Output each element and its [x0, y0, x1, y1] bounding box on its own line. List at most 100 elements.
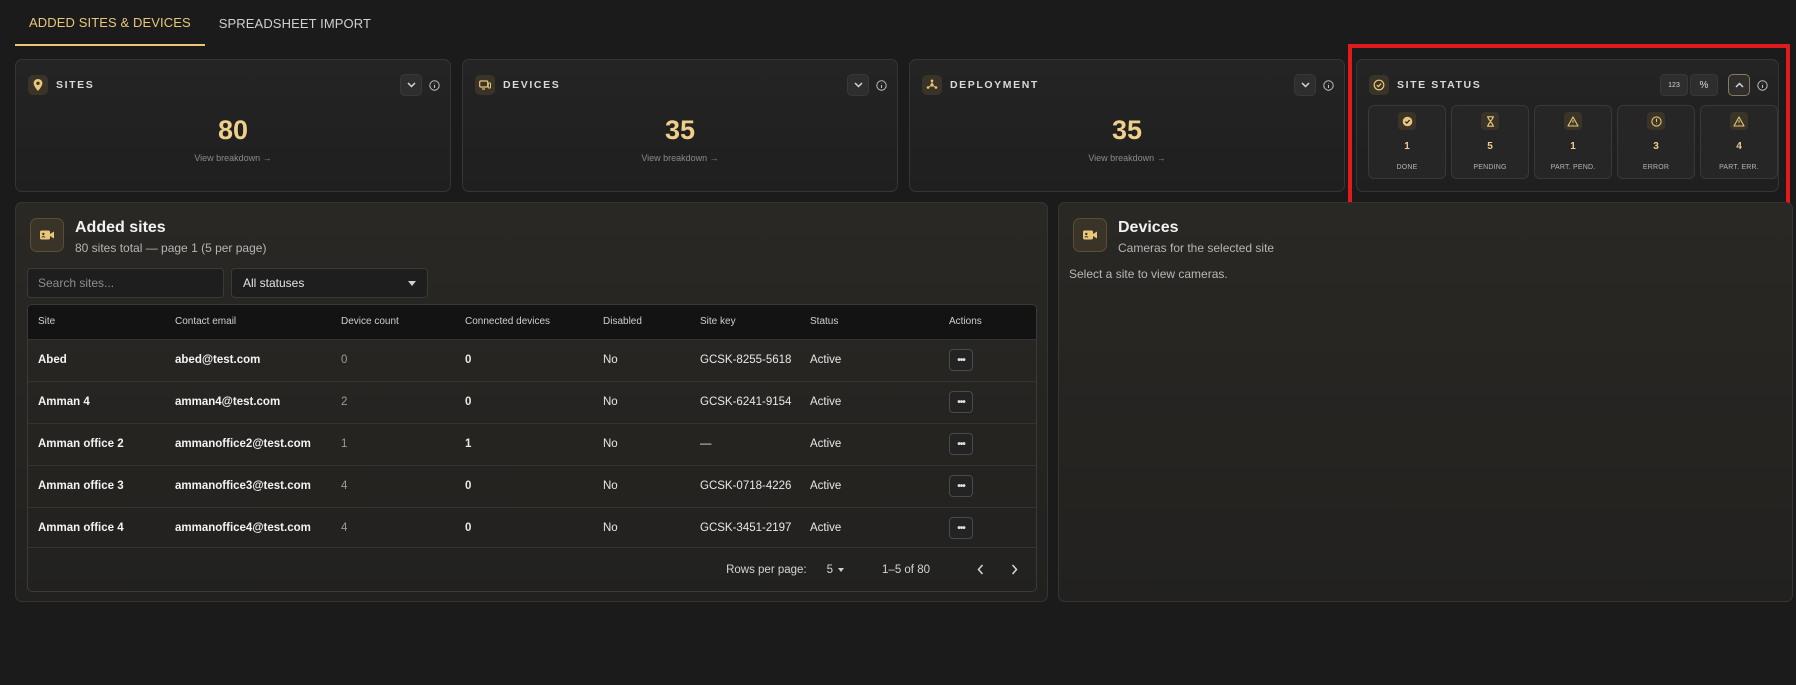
cell-email: amman4@test.com — [175, 396, 281, 408]
percent-mode-button[interactable]: % — [1690, 74, 1718, 96]
cell-actions: ••• — [939, 339, 1036, 381]
cell-connected: 0 — [465, 354, 472, 366]
status-label: PENDING — [1473, 164, 1507, 171]
status-count: 1 — [1404, 141, 1410, 152]
deployment-card: DEPLOYMENT 35 View breakdown → — [909, 59, 1345, 192]
deployment-icon — [922, 75, 942, 95]
column-header-device-count[interactable]: Device count — [331, 305, 455, 339]
status-filter-select[interactable]: All statuses — [231, 268, 428, 298]
table-row[interactable]: Amman office 2 ammanoffice2@test.com 1 1… — [28, 423, 1036, 465]
tab-spreadsheet-import[interactable]: SPREADSHEET IMPORT — [205, 0, 385, 46]
cell-disabled: No — [603, 354, 618, 366]
cell-connected: 1 — [465, 438, 472, 450]
deployment-expand-button[interactable] — [1294, 74, 1316, 96]
status-count: 4 — [1736, 141, 1742, 152]
caret-down-icon — [408, 280, 416, 286]
table-row[interactable]: Abed abed@test.com 0 0 No GCSK-8255-5618… — [28, 339, 1036, 381]
sites-view-breakdown-link[interactable]: View breakdown → — [16, 153, 450, 163]
status-tile-error[interactable]: 3 ERROR — [1617, 105, 1695, 179]
cell-disabled: No — [603, 522, 618, 535]
devices-empty-state: Select a site to view cameras. — [1069, 267, 1228, 281]
devices-expand-button[interactable] — [847, 74, 869, 96]
cell-email: abed@test.com — [175, 354, 261, 366]
row-actions-button[interactable]: ••• — [949, 349, 973, 371]
cell-site-key: GCSK-6241-9154 — [700, 396, 792, 408]
column-header-connected-devices[interactable]: Connected devices — [455, 305, 593, 339]
caret-down-icon — [838, 567, 845, 572]
pagination-range: 1–5 of 80 — [882, 563, 930, 576]
cell-device-count: 0 — [341, 354, 348, 366]
more-icon: ••• — [957, 354, 965, 366]
info-icon[interactable] — [1756, 79, 1768, 91]
sites-expand-button[interactable] — [400, 74, 422, 96]
info-icon[interactable] — [875, 79, 887, 91]
map-pin-icon — [28, 75, 48, 95]
deployment-view-breakdown-link[interactable]: View breakdown → — [910, 153, 1344, 163]
deployment-count-value: 35 — [1111, 115, 1143, 145]
cell-actions: ••• — [939, 381, 1036, 423]
status-tile-pending[interactable]: 5 PENDING — [1451, 105, 1529, 179]
cell-site: Amman office 3 — [38, 480, 124, 492]
more-icon: ••• — [957, 396, 965, 408]
column-header-contact-email[interactable]: Contact email — [165, 305, 331, 339]
tab-added-sites-devices[interactable]: ADDED SITES & DEVICES — [15, 0, 205, 46]
table-row[interactable]: Amman 4 amman4@test.com 2 0 No GCSK-6241… — [28, 381, 1036, 423]
status-label: DONE — [1396, 164, 1418, 171]
status-count: 3 — [1653, 141, 1659, 152]
count-mode-button[interactable]: 123 — [1660, 74, 1688, 96]
devices-panel-subtitle: Cameras for the selected site — [1118, 241, 1275, 255]
cell-device-count: 2 — [341, 396, 348, 408]
chevron-up-icon — [1734, 82, 1744, 88]
status-label: PART. PEND. — [1550, 164, 1596, 171]
table-row[interactable]: Amman office 3 ammanoffice3@test.com 4 0… — [28, 465, 1036, 507]
column-header-site-key[interactable]: Site key — [690, 305, 800, 339]
added-sites-title: Added sites — [75, 219, 166, 236]
cell-site-key: GCSK-0718-4226 — [700, 480, 792, 492]
cell-site: Amman 4 — [38, 396, 90, 408]
more-icon: ••• — [957, 522, 965, 534]
cell-disabled: No — [603, 480, 618, 492]
sites-card-title: SITES — [56, 79, 95, 91]
row-actions-button[interactable]: ••• — [949, 517, 973, 540]
status-tile-partially-pending[interactable]: 1 PART. PEND. — [1534, 105, 1612, 179]
cell-email: ammanoffice3@test.com — [175, 480, 311, 492]
cell-device-count: 4 — [341, 480, 348, 492]
chevron-down-icon — [406, 82, 416, 88]
status-label: ERROR — [1642, 164, 1670, 171]
chevron-down-icon — [1300, 82, 1310, 88]
devices-panel: Devices Cameras for the selected site Se… — [1058, 202, 1793, 602]
cell-connected: 0 — [465, 480, 472, 492]
hourglass-icon — [1481, 112, 1499, 130]
status-filter-value: All statuses — [243, 276, 305, 290]
status-tile-done[interactable]: 1 DONE — [1368, 105, 1446, 179]
info-icon[interactable] — [1322, 79, 1334, 91]
rows-per-page-select[interactable]: 5 — [827, 564, 845, 576]
search-sites-input[interactable] — [27, 268, 224, 298]
cell-status: Active — [810, 354, 842, 366]
row-actions-button[interactable]: ••• — [949, 391, 973, 413]
cell-status: Active — [810, 396, 842, 408]
site-status-collapse-button[interactable] — [1728, 74, 1750, 96]
cell-device-count: 4 — [341, 522, 348, 535]
row-actions-button[interactable]: ••• — [949, 433, 973, 455]
info-icon[interactable] — [428, 79, 440, 91]
column-header-status[interactable]: Status — [800, 305, 939, 339]
site-status-title: SITE STATUS — [1397, 79, 1482, 91]
check-circle-icon — [1398, 112, 1416, 130]
site-status-tiles: 1 DONE 5 PENDING 1 PART. PEND. 3 ERROR 4… — [1368, 105, 1778, 179]
devices-card-title: DEVICES — [503, 79, 561, 91]
cell-email: ammanoffice4@test.com — [175, 522, 311, 535]
row-actions-button[interactable]: ••• — [949, 475, 973, 497]
added-sites-panel: Added sites 80 sites total — page 1 (5 p… — [15, 202, 1048, 602]
column-header-disabled[interactable]: Disabled — [593, 305, 690, 339]
column-header-site[interactable]: Site — [28, 305, 165, 339]
cell-status: Active — [810, 480, 842, 492]
cell-actions: ••• — [939, 465, 1036, 507]
table-header-row: Site Contact email Device count Connecte… — [28, 305, 1036, 339]
status-tile-partially-error[interactable]: 4 PART. ERR. — [1700, 105, 1778, 179]
table-row[interactable]: Amman office 4 ammanoffice4@test.com 4 0… — [28, 507, 1036, 549]
devices-view-breakdown-link[interactable]: View breakdown → — [463, 153, 897, 163]
previous-page-button[interactable] — [970, 560, 990, 580]
cell-site: Amman office 4 — [38, 522, 124, 535]
next-page-button[interactable] — [1004, 560, 1024, 580]
